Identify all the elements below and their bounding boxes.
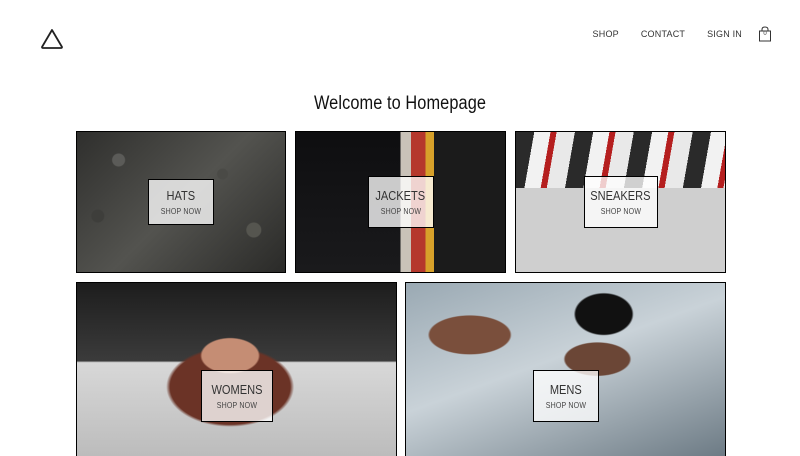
category-label[interactable]: SNEAKERS SHOP NOW: [583, 176, 658, 228]
category-jackets-tile[interactable]: JACKETS SHOP NOW: [295, 131, 506, 273]
nav-contact-link[interactable]: CONTACT: [641, 29, 685, 39]
category-title: WOMENS: [211, 382, 262, 397]
cart-count: 0: [763, 31, 767, 37]
shop-now-link[interactable]: SHOP NOW: [216, 401, 256, 410]
page-title: Welcome to Homepage: [313, 93, 487, 114]
shop-now-link[interactable]: SHOP NOW: [161, 207, 201, 216]
nav-signin-link[interactable]: SIGN IN: [707, 29, 742, 39]
nav-shop-link[interactable]: SHOP: [593, 29, 619, 39]
category-hats-tile[interactable]: HATS SHOP NOW: [76, 131, 286, 273]
shop-now-link[interactable]: SHOP NOW: [545, 401, 585, 410]
cart-button[interactable]: 0: [758, 26, 772, 42]
category-label[interactable]: JACKETS SHOP NOW: [367, 176, 434, 228]
category-title: JACKETS: [375, 188, 426, 203]
category-title: HATS: [166, 188, 196, 203]
shop-now-link[interactable]: SHOP NOW: [600, 207, 640, 216]
category-label[interactable]: HATS SHOP NOW: [148, 179, 214, 225]
shop-now-link[interactable]: SHOP NOW: [380, 207, 420, 216]
category-label[interactable]: MENS SHOP NOW: [532, 370, 599, 422]
category-label[interactable]: WOMENS SHOP NOW: [200, 370, 273, 422]
category-mens-tile[interactable]: MENS SHOP NOW: [405, 282, 726, 456]
category-title: SNEAKERS: [590, 188, 651, 203]
category-sneakers-tile[interactable]: SNEAKERS SHOP NOW: [515, 131, 726, 273]
crown-logo-icon[interactable]: [40, 28, 64, 50]
category-womens-tile[interactable]: WOMENS SHOP NOW: [76, 282, 397, 456]
header: SHOP CONTACT SIGN IN 0: [0, 0, 800, 80]
nav-menu: SHOP CONTACT SIGN IN 0: [571, 26, 772, 42]
category-title: MENS: [549, 382, 582, 397]
